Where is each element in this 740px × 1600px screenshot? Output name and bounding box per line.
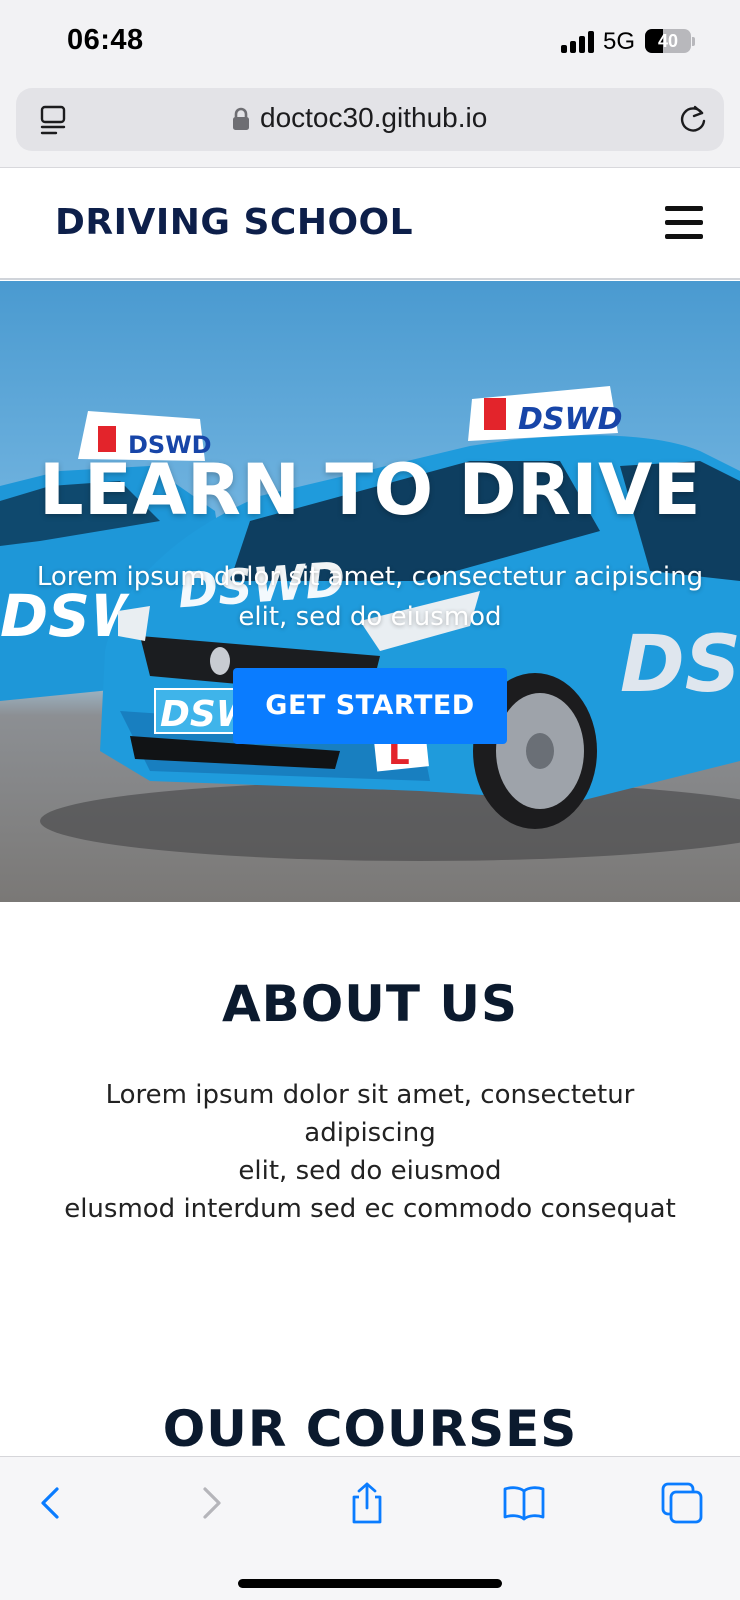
status-bar: 06:48 5G 40 [0, 0, 740, 84]
reload-icon[interactable] [678, 104, 708, 134]
address-bar[interactable]: doctoc30.github.io [16, 88, 724, 151]
about-line-2: elit, sed do eiusmod [238, 1156, 502, 1186]
tabs-icon[interactable] [660, 1481, 704, 1525]
bookmarks-icon[interactable] [502, 1481, 546, 1525]
home-indicator [238, 1579, 502, 1588]
front-sign-text: DSWD [518, 402, 623, 437]
network-type: 5G [603, 28, 636, 55]
battery-nub [692, 37, 695, 46]
site-brand[interactable]: DRIVING SCHOOL [55, 202, 413, 243]
about-text: Lorem ipsum dolor sit amet, consectetur … [40, 1076, 700, 1228]
page-menu-icon[interactable] [38, 104, 70, 136]
hamburger-menu-icon[interactable] [665, 206, 703, 240]
cellular-signal-icon [561, 31, 597, 53]
status-time: 06:48 [67, 24, 144, 56]
hero-title: LEARN TO DRIVE [38, 449, 702, 531]
hero-section: DSWD DSWD DSWD DSWD DSWD L [0, 281, 740, 902]
forward-icon[interactable] [188, 1481, 232, 1525]
back-icon[interactable] [30, 1481, 74, 1525]
battery-percent: 40 [657, 31, 679, 51]
lock-icon [233, 107, 249, 130]
get-started-button[interactable]: GET STARTED [233, 668, 507, 744]
url-text[interactable]: doctoc30.github.io [260, 102, 487, 134]
browser-address-area: doctoc30.github.io [0, 84, 740, 168]
courses-title: OUR COURSES [162, 1400, 578, 1458]
hero-subtitle: Lorem ipsum dolor sit amet, consectetur … [36, 562, 704, 632]
battery-icon: 40 [645, 29, 691, 53]
share-icon[interactable] [345, 1481, 389, 1525]
browser-toolbar [0, 1456, 740, 1600]
about-title: ABOUT US [221, 975, 519, 1033]
about-line-1: Lorem ipsum dolor sit amet, consectetur … [105, 1080, 635, 1148]
about-line-3: elusmod interdum sed ec commodo consequa… [64, 1194, 676, 1224]
site-header: DRIVING SCHOOL [0, 168, 740, 280]
